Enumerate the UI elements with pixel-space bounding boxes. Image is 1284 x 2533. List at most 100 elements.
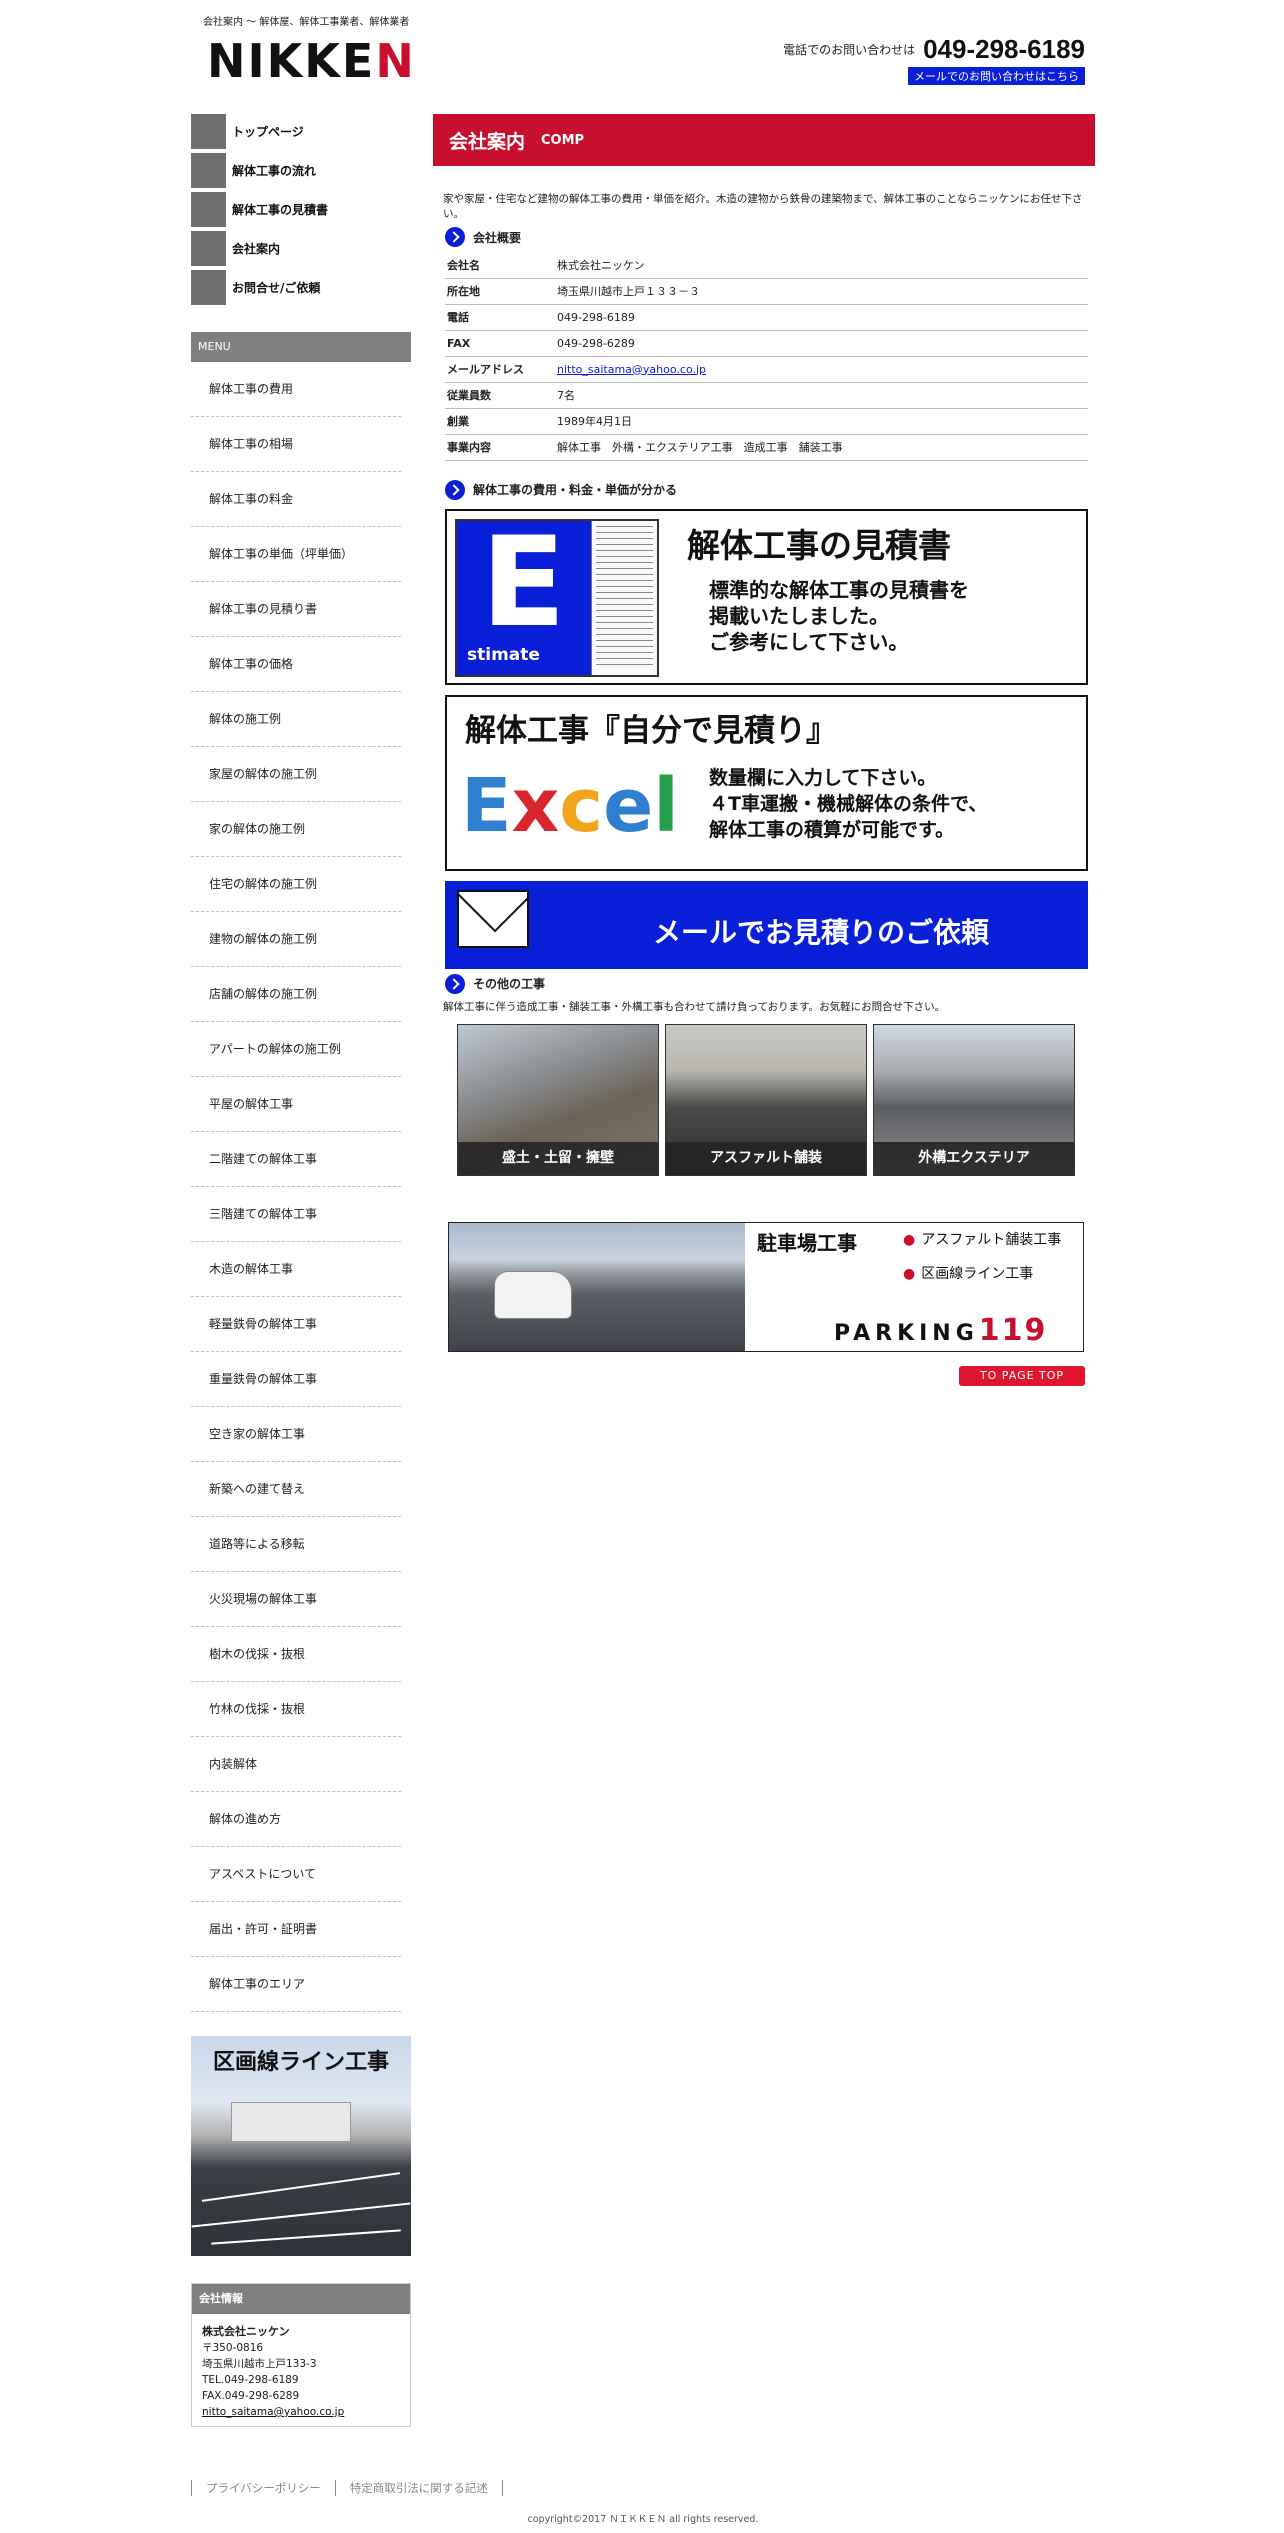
estimate-line: ご参考にして下さい。 [709, 629, 909, 654]
arrow-right-icon [445, 479, 465, 500]
menu-item[interactable]: 新築への建て替え [191, 1462, 401, 1517]
menu-item[interactable]: 家屋の解体の施工例 [191, 747, 401, 802]
table-row: 所在地 埼玉県川越市上戸１３３－３ [445, 278, 1088, 305]
menu-item[interactable]: 空き家の解体工事 [191, 1407, 401, 1462]
menu-item[interactable]: 解体工事の料金 [191, 472, 401, 527]
menu-item[interactable]: 樹木の伐採・抜根 [191, 1627, 401, 1682]
table-key: メールアドレス [445, 356, 555, 383]
menu-item[interactable]: 解体工事の相場 [191, 417, 401, 472]
excel-estimate-banner[interactable]: 解体工事『自分で見積り』 Excel 数量欄に入力して下さい。 ４T車運搬・機械… [445, 694, 1088, 871]
menu-item[interactable]: 火災現場の解体工事 [191, 1572, 401, 1627]
bullet-icon: ● [903, 1231, 916, 1248]
privacy-policy-link[interactable]: プライバシーポリシー [191, 2480, 335, 2496]
building-image [231, 2102, 351, 2142]
line-work-banner[interactable]: 区画線ライン工事 [191, 2036, 411, 2256]
mail-estimate-banner[interactable]: メールでお見積りのご依頼 [445, 880, 1088, 969]
envelope-icon [457, 889, 529, 948]
bullet-icon: ● [903, 1265, 916, 1282]
parking119-logo: PARKING119 [834, 1313, 1047, 1348]
menu-item[interactable]: 解体工事のエリア [191, 1957, 401, 2012]
menu-item[interactable]: 道路等による移転 [191, 1517, 401, 1572]
table-key: FAX [445, 330, 555, 357]
menu-item[interactable]: 二階建ての解体工事 [191, 1132, 401, 1187]
photo-asphalt[interactable]: アスファルト舗装 [665, 1023, 867, 1176]
mail-contact-link[interactable]: メールでのお問い合わせはこちら [908, 67, 1085, 85]
nav-flow[interactable]: 解体工事の流れ [191, 153, 411, 188]
company-fax: FAX.049-298-6289 [202, 2390, 300, 2402]
estimate-line: 標準的な解体工事の見積書を [709, 577, 969, 602]
table-value: 埼玉県川越市上戸１３３－３ [555, 278, 1088, 305]
excel-banner-title: 解体工事『自分で見積り』 [465, 712, 837, 749]
other-heading-label: その他の工事 [473, 977, 546, 991]
arrow-right-icon [445, 973, 465, 994]
overview-heading-label: 会社概要 [473, 230, 522, 245]
page-title: 会社案内 [449, 130, 526, 153]
table-row: 創業 1989年4月1日 [445, 408, 1088, 435]
nav-company[interactable]: 会社案内 [191, 231, 411, 266]
parking-lot-image [449, 1222, 745, 1351]
menu-item[interactable]: 平屋の解体工事 [191, 1077, 401, 1132]
menu-item[interactable]: アパートの解体の施工例 [191, 1022, 401, 1077]
table-row: 会社名 株式会社ニッケン [445, 252, 1088, 279]
nav-top[interactable]: トップページ [191, 114, 411, 149]
table-key: 所在地 [445, 278, 555, 305]
excel-banner-text: 数量欄に入力して下さい。 ４T車運搬・機械解体の条件で、 解体工事の積算が可能で… [709, 765, 987, 843]
menu-item[interactable]: 届出・許可・証明書 [191, 1902, 401, 1957]
page-title-bar: 会社案内 COMP [433, 114, 1095, 166]
table-key: 事業内容 [445, 434, 555, 461]
menu-item[interactable]: 建物の解体の施工例 [191, 912, 401, 967]
nav-contact[interactable]: お問合せ/ご依頼 [191, 270, 411, 305]
excel-logo-text: Excel [461, 769, 679, 843]
overview-heading: 会社概要 [445, 226, 1095, 248]
nikken-logo[interactable]: NIKKEN [207, 38, 416, 84]
menu-item[interactable]: 解体工事の費用 [191, 362, 401, 417]
estimate-banner[interactable]: E stimate 解体工事の見積書 標準的な解体工事の見積書を 掲載いたしまし… [445, 508, 1088, 685]
page-top-button[interactable]: TO PAGE TOP [959, 1365, 1085, 1386]
page-wrapper: 会社案内 ～ 解体屋、解体工事業者、解体業者 NIKKEN 電話でのお問い合わせ… [191, 0, 1095, 2533]
menu-item[interactable]: 竹林の伐採・抜根 [191, 1682, 401, 1737]
menu-item[interactable]: 住宅の解体の施工例 [191, 857, 401, 912]
table-value: 解体工事 外構・エクステリア工事 造成工事 舗装工事 [555, 434, 1088, 461]
cost-heading-label: 解体工事の費用・料金・単価が分かる [473, 483, 678, 497]
side-menu: MENU 解体工事の費用 解体工事の相場 解体工事の料金 解体工事の単価（坪単価… [191, 332, 411, 2012]
nav-label: お問合せ/ご依頼 [232, 281, 321, 295]
photo-embankment[interactable]: 盛土・土留・擁壁 [457, 1023, 659, 1176]
estimate-banner-title: 解体工事の見積書 [687, 525, 951, 565]
excel-letter: l [653, 762, 679, 849]
table-key: 創業 [445, 408, 555, 435]
company-info-title: 会社情報 [192, 2284, 410, 2314]
estimate-banner-text: 標準的な解体工事の見積書を 掲載いたしました。 ご参考にして下さい。 [709, 577, 969, 655]
parking-banner[interactable]: 駐車場工事 ● アスファルト舗装工事 ● 区画線ライン工事 PARKING119 [448, 1221, 1084, 1352]
company-zip: 〒350-0816 [202, 2342, 264, 2354]
menu-item[interactable]: 解体工事の価格 [191, 637, 401, 692]
page-title-sub: COMP [541, 132, 585, 148]
table-email-link[interactable]: nitto_saitama@yahoo.co.jp [557, 363, 706, 376]
tel-number[interactable]: 049-298-6189 [923, 34, 1085, 64]
main-content: 会社案内 COMP 家や家屋・住宅など建物の解体工事の費用・単価を紹介。木造の建… [433, 114, 1095, 1396]
menu-item[interactable]: アスベストについて [191, 1847, 401, 1902]
menu-item[interactable]: 解体の進め方 [191, 1792, 401, 1847]
excel-line: 数量欄に入力して下さい。 [709, 766, 937, 789]
nav-estimate[interactable]: 解体工事の見積書 [191, 192, 411, 227]
photo-caption: 盛土・土留・擁壁 [458, 1141, 658, 1175]
menu-item[interactable]: 解体の施工例 [191, 692, 401, 747]
nav-square-icon [191, 192, 226, 227]
menu-item[interactable]: 軽量鉄骨の解体工事 [191, 1297, 401, 1352]
menu-item[interactable]: 家の解体の施工例 [191, 802, 401, 857]
site-tagline: 会社案内 ～ 解体屋、解体工事業者、解体業者 [203, 17, 410, 28]
menu-item[interactable]: 店舗の解体の施工例 [191, 967, 401, 1022]
tokushoho-link[interactable]: 特定商取引法に関する記述 [334, 2480, 503, 2496]
menu-item[interactable]: 木造の解体工事 [191, 1242, 401, 1297]
menu-item[interactable]: 解体工事の単価（坪単価） [191, 527, 401, 582]
menu-item[interactable]: 重量鉄骨の解体工事 [191, 1352, 401, 1407]
other-works-photos: 盛土・土留・擁壁 アスファルト舗装 外構エクステリア [457, 1023, 1095, 1176]
table-value: 049-298-6289 [555, 330, 1088, 357]
photo-exterior[interactable]: 外構エクステリア [873, 1023, 1075, 1176]
company-email-link[interactable]: nitto_saitama@yahoo.co.jp [202, 2406, 344, 2418]
menu-item[interactable]: 三階建ての解体工事 [191, 1187, 401, 1242]
photo-caption: アスファルト舗装 [666, 1141, 866, 1175]
menu-item[interactable]: 内装解体 [191, 1737, 401, 1792]
table-value: 049-298-6189 [555, 304, 1088, 331]
menu-item[interactable]: 解体工事の見積り書 [191, 582, 401, 637]
other-description: 解体工事に伴う造成工事・舗装工事・外構工事も合わせて請け負っております。お気軽に… [443, 1000, 946, 1013]
